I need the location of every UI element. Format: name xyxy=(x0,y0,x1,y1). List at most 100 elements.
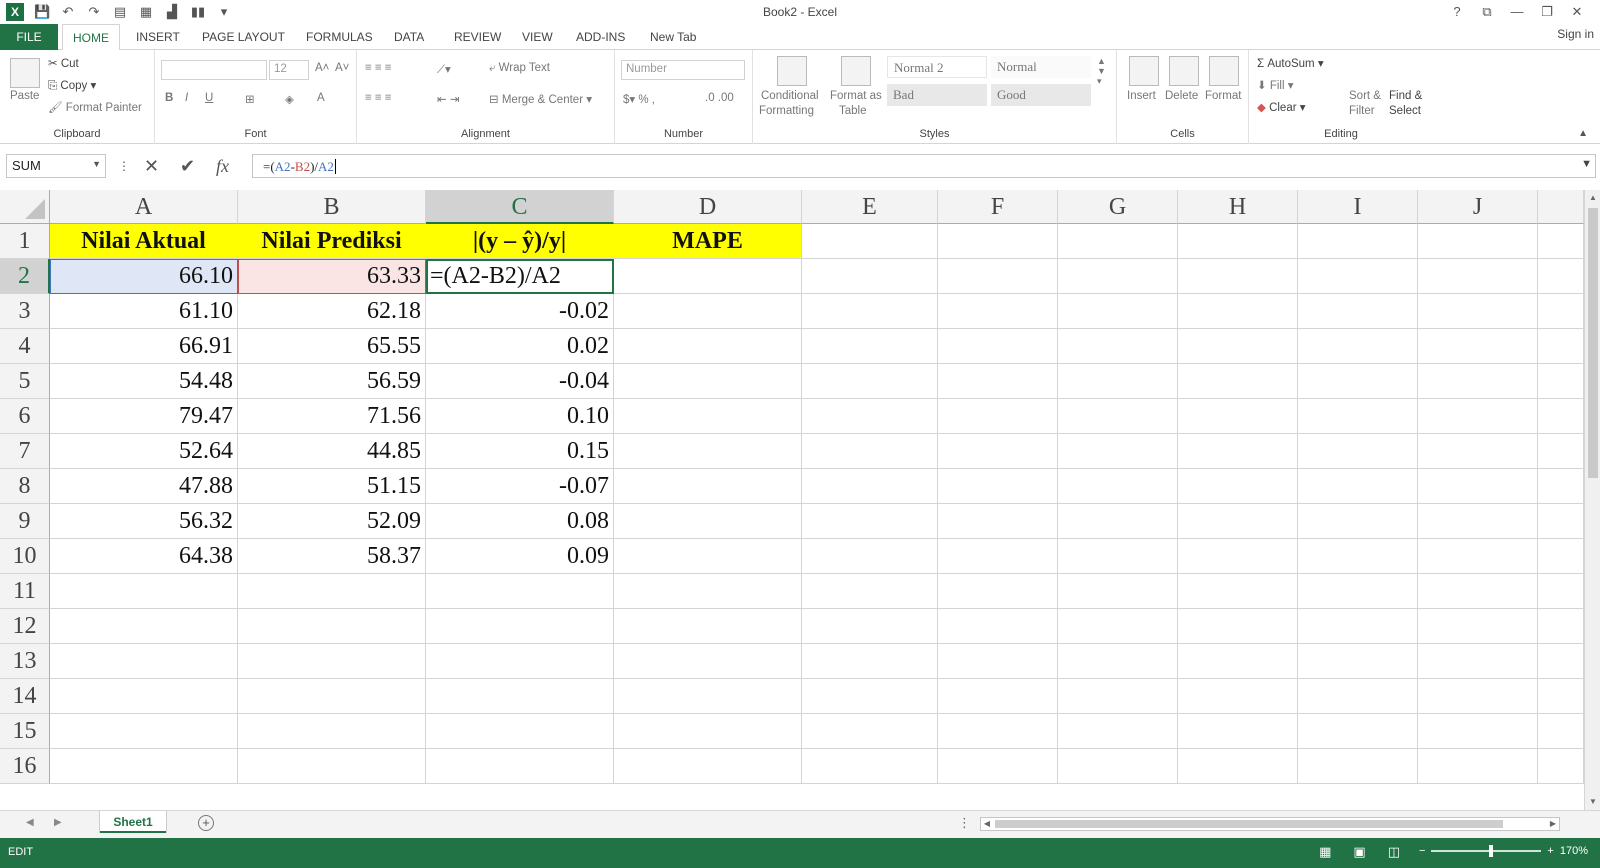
zoom-out-icon[interactable]: − xyxy=(1419,845,1425,857)
cell-e6[interactable] xyxy=(802,399,938,434)
cell-d16[interactable] xyxy=(614,749,802,784)
format-painter-button[interactable]: 🖌 Format Painter xyxy=(48,100,142,114)
collapse-ribbon-icon[interactable]: ▲ xyxy=(1578,128,1588,139)
align-left-icon[interactable]: ≡ ≡ ≡ xyxy=(365,92,392,104)
row-header-4[interactable]: 4 xyxy=(0,329,50,364)
bold-button[interactable]: B xyxy=(165,92,173,104)
cell-a4[interactable]: 66.91 xyxy=(50,329,238,364)
cell-f16[interactable] xyxy=(938,749,1058,784)
cell-a9[interactable]: 56.32 xyxy=(50,504,238,539)
cell-h10[interactable] xyxy=(1178,539,1298,574)
cell-g1[interactable] xyxy=(1058,224,1178,259)
font-color-icon[interactable]: A xyxy=(317,92,325,104)
cell-f10[interactable] xyxy=(938,539,1058,574)
cell-j7[interactable] xyxy=(1418,434,1538,469)
cell-g5[interactable] xyxy=(1058,364,1178,399)
name-box-dropdown-icon[interactable]: ▼ xyxy=(92,159,101,169)
cell-d2[interactable] xyxy=(614,259,802,294)
cell-d11[interactable] xyxy=(614,574,802,609)
cell-c11[interactable] xyxy=(426,574,614,609)
tab-review[interactable]: REVIEW xyxy=(444,24,511,50)
cell-e4[interactable] xyxy=(802,329,938,364)
row-header-9[interactable]: 9 xyxy=(0,504,50,539)
prev-sheet-icon[interactable]: ◀ xyxy=(26,817,34,828)
cell-c6[interactable]: 0.10 xyxy=(426,399,614,434)
cell-a12[interactable] xyxy=(50,609,238,644)
row-header-16[interactable]: 16 xyxy=(0,749,50,784)
cell-b2[interactable]: 63.33 xyxy=(238,259,426,294)
cell-i4[interactable] xyxy=(1298,329,1418,364)
cell-d5[interactable] xyxy=(614,364,802,399)
vertical-scroll-thumb[interactable] xyxy=(1588,208,1598,478)
cell-c8[interactable]: -0.07 xyxy=(426,469,614,504)
cell-i7[interactable] xyxy=(1298,434,1418,469)
conditional-formatting-button[interactable]: Conditional xyxy=(761,90,819,102)
cell-j10[interactable] xyxy=(1418,539,1538,574)
italic-button[interactable]: I xyxy=(185,92,188,104)
column-header-e[interactable]: E xyxy=(802,190,938,224)
page-break-view-icon[interactable]: ◫ xyxy=(1388,844,1400,860)
cell-g14[interactable] xyxy=(1058,679,1178,714)
cell-a2[interactable]: 66.10 xyxy=(50,259,238,294)
cell-e10[interactable] xyxy=(802,539,938,574)
row-header-2[interactable]: 2 xyxy=(0,259,50,294)
cell-h12[interactable] xyxy=(1178,609,1298,644)
cell-i10[interactable] xyxy=(1298,539,1418,574)
cell-h14[interactable] xyxy=(1178,679,1298,714)
cell-filler-row-8[interactable] xyxy=(1538,469,1584,504)
cell-h9[interactable] xyxy=(1178,504,1298,539)
cell-i2[interactable] xyxy=(1298,259,1418,294)
decimal-icon[interactable]: .0 .00 xyxy=(705,92,734,104)
cell-i14[interactable] xyxy=(1298,679,1418,714)
cell-j16[interactable] xyxy=(1418,749,1538,784)
cell-e9[interactable] xyxy=(802,504,938,539)
cell-j8[interactable] xyxy=(1418,469,1538,504)
cell-b7[interactable]: 44.85 xyxy=(238,434,426,469)
row-header-6[interactable]: 6 xyxy=(0,399,50,434)
column-header-a[interactable]: A xyxy=(50,190,238,224)
cell-a16[interactable] xyxy=(50,749,238,784)
cell-a7[interactable]: 52.64 xyxy=(50,434,238,469)
cell-a13[interactable] xyxy=(50,644,238,679)
cell-e8[interactable] xyxy=(802,469,938,504)
cell-g2[interactable] xyxy=(1058,259,1178,294)
row-header-10[interactable]: 10 xyxy=(0,539,50,574)
cell-j4[interactable] xyxy=(1418,329,1538,364)
cell-b16[interactable] xyxy=(238,749,426,784)
fill-color-icon[interactable]: ◈ xyxy=(285,92,294,106)
cell-a15[interactable] xyxy=(50,714,238,749)
indent-icon[interactable]: ⇤ ⇥ xyxy=(437,92,459,106)
cell-filler-row-3[interactable] xyxy=(1538,294,1584,329)
cell-j2[interactable] xyxy=(1418,259,1538,294)
cell-a6[interactable]: 79.47 xyxy=(50,399,238,434)
horizontal-scrollbar[interactable]: ◀ ▶ xyxy=(980,817,1560,831)
row-header-3[interactable]: 3 xyxy=(0,294,50,329)
align-top-icon[interactable]: ≡ ≡ ≡ xyxy=(365,62,392,74)
cell-c15[interactable] xyxy=(426,714,614,749)
vertical-scrollbar[interactable]: ▲ ▼ xyxy=(1584,190,1600,810)
cell-e5[interactable] xyxy=(802,364,938,399)
column-header-d[interactable]: D xyxy=(614,190,802,224)
zoom-slider-knob[interactable] xyxy=(1489,845,1494,857)
underline-button[interactable]: U xyxy=(205,92,213,104)
cell-j9[interactable] xyxy=(1418,504,1538,539)
cell-d14[interactable] xyxy=(614,679,802,714)
select-all-button[interactable] xyxy=(0,190,50,224)
cell-b13[interactable] xyxy=(238,644,426,679)
cell-a14[interactable] xyxy=(50,679,238,714)
cell-h15[interactable] xyxy=(1178,714,1298,749)
cell-i8[interactable] xyxy=(1298,469,1418,504)
restore-button[interactable]: ❐ xyxy=(1534,2,1560,22)
cell-h7[interactable] xyxy=(1178,434,1298,469)
cell-a3[interactable]: 61.10 xyxy=(50,294,238,329)
normal-view-icon[interactable]: ▦ xyxy=(1319,844,1331,860)
shrink-font-icon[interactable]: A˅ xyxy=(335,62,349,74)
currency-icon[interactable]: $▾ % , xyxy=(623,92,655,106)
format-cells-icon[interactable] xyxy=(1209,56,1239,86)
cell-h11[interactable] xyxy=(1178,574,1298,609)
cell-c4[interactable]: 0.02 xyxy=(426,329,614,364)
tab-insert[interactable]: INSERT xyxy=(126,24,190,50)
grow-font-icon[interactable]: A˄ xyxy=(315,62,329,74)
cell-j12[interactable] xyxy=(1418,609,1538,644)
cell-f12[interactable] xyxy=(938,609,1058,644)
